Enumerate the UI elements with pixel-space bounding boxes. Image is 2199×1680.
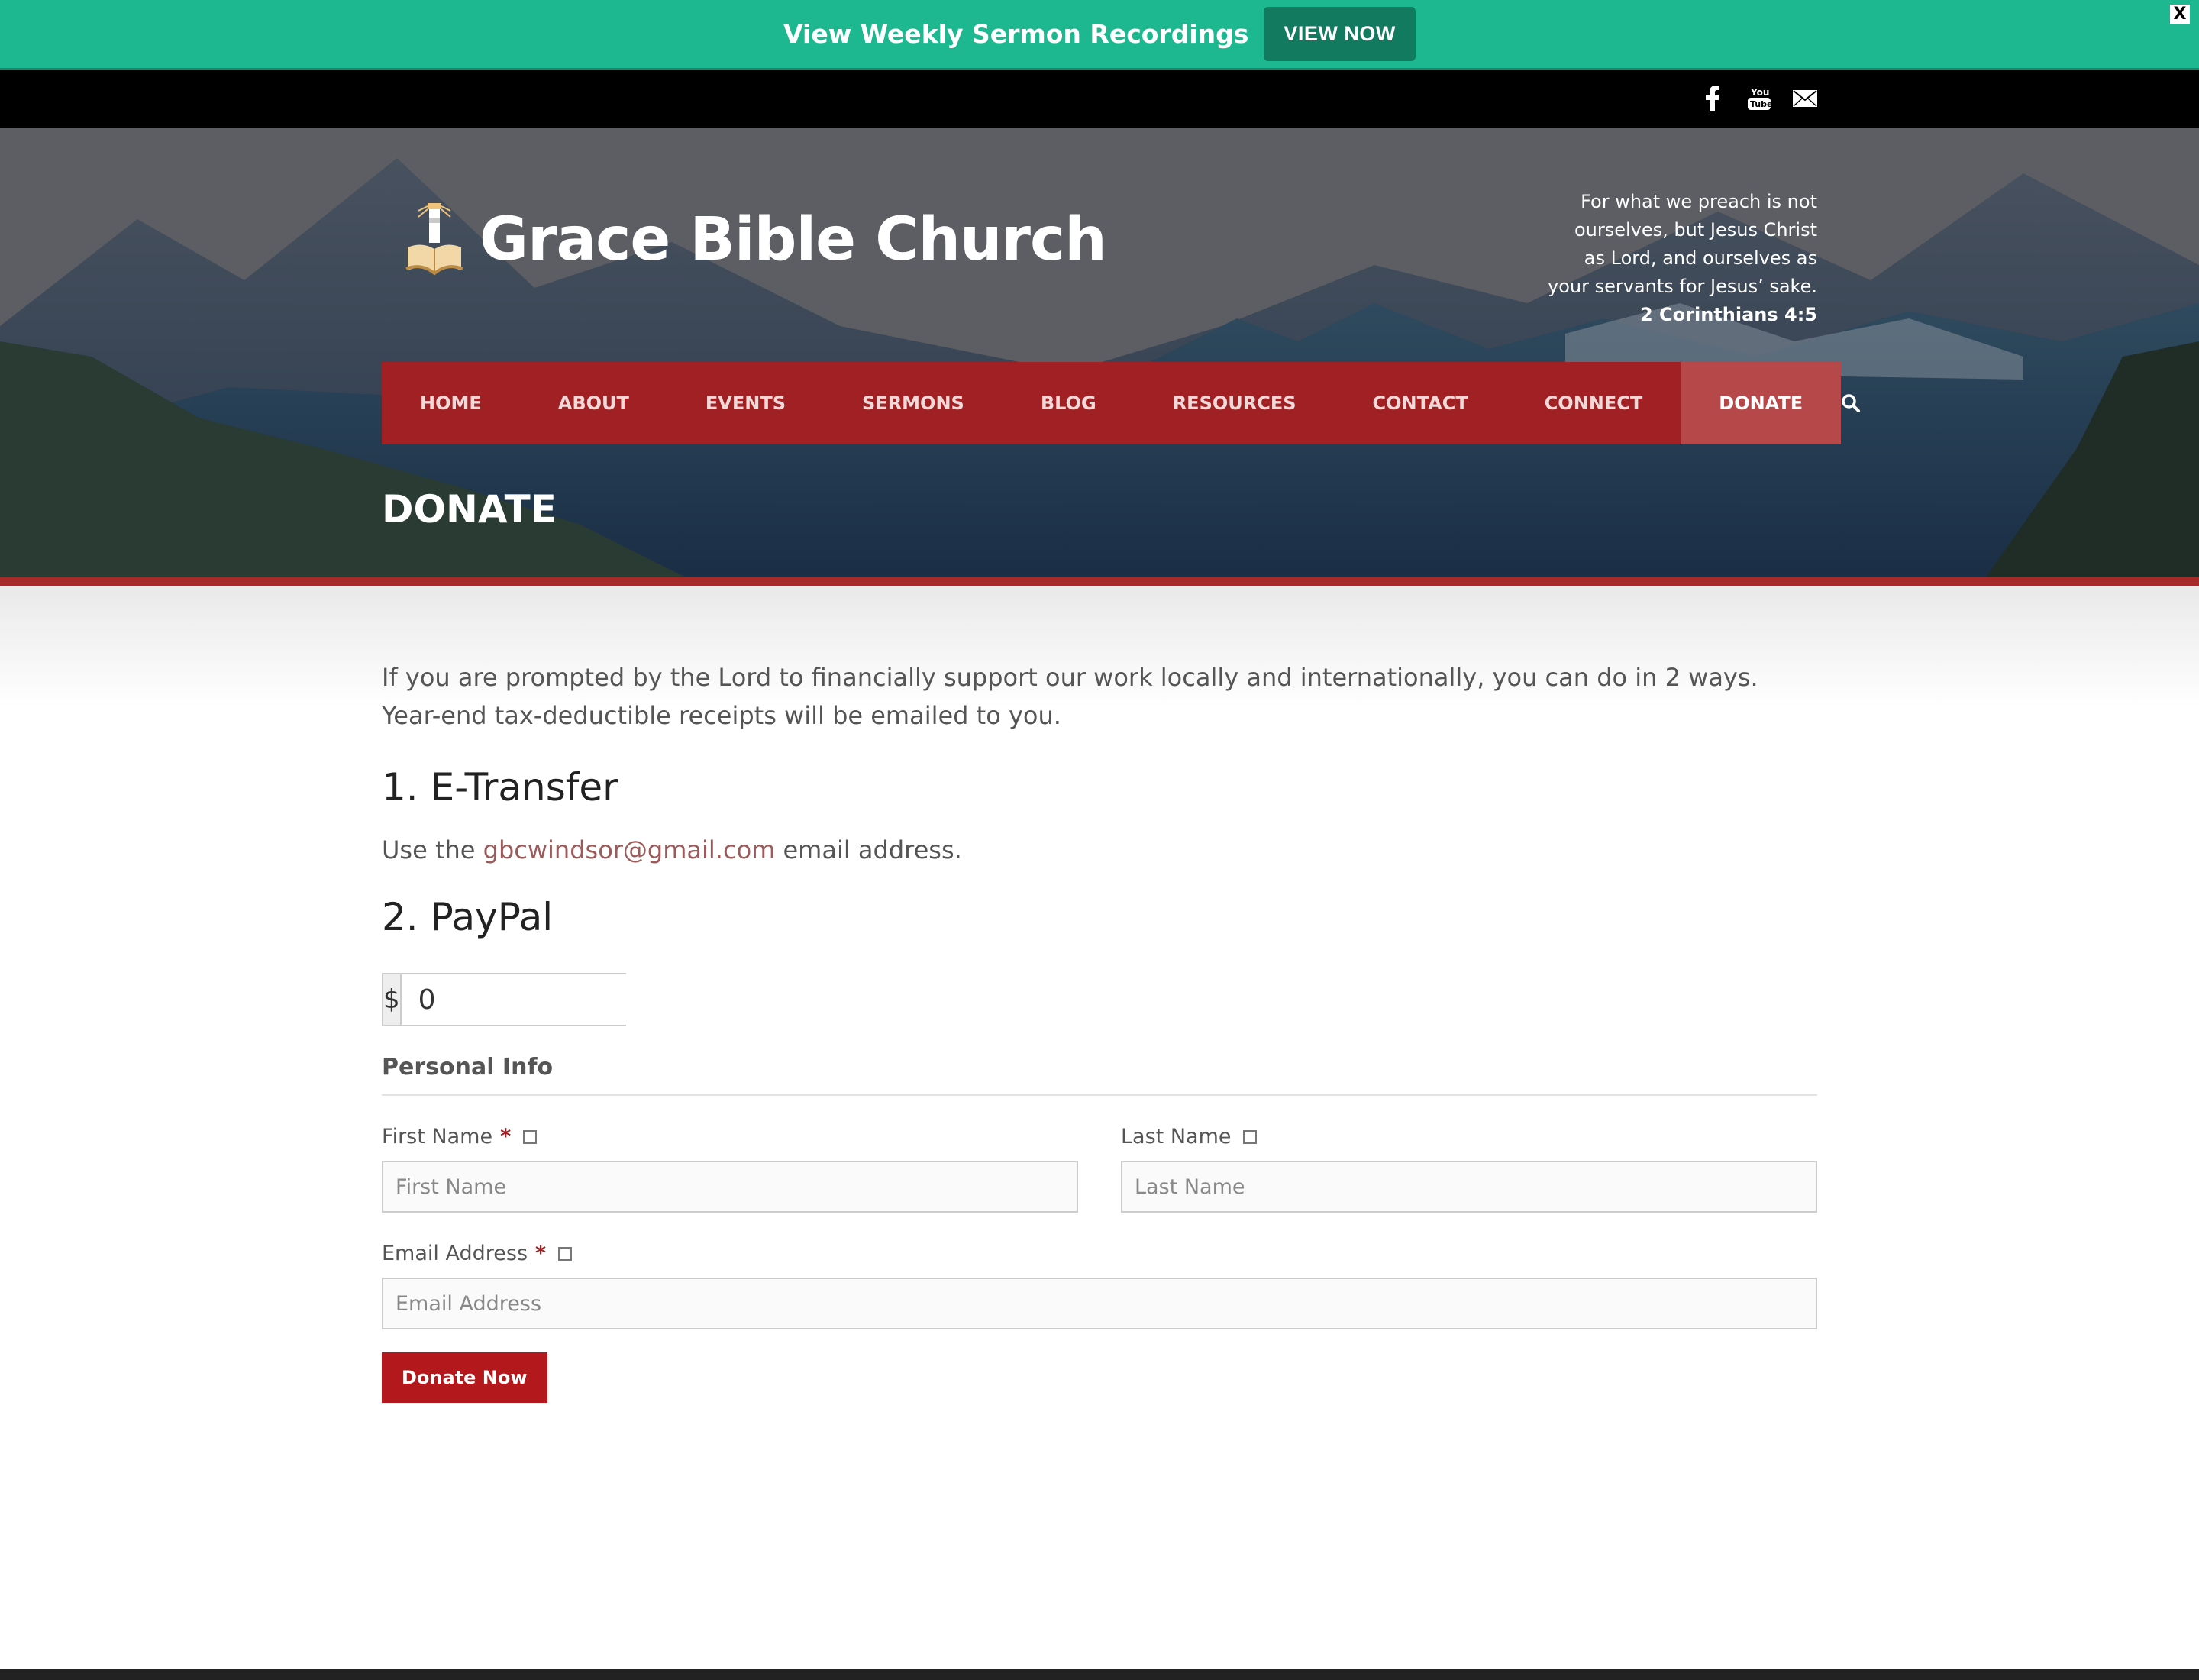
announcement-text: View Weekly Sermon Recordings <box>783 19 1249 49</box>
nav-item-contact[interactable]: CONTACT <box>1335 362 1506 444</box>
nav-item-sermons[interactable]: SERMONS <box>824 362 1003 444</box>
etransfer-pre: Use the <box>382 835 483 864</box>
email-field-group: Email Address * <box>382 1242 1817 1329</box>
hero-banner <box>0 128 2199 578</box>
footer-edge <box>0 1669 2199 1680</box>
first-name-field-group: First Name * <box>382 1125 1078 1213</box>
first-name-input[interactable] <box>382 1161 1078 1213</box>
last-name-field-group: Last Name <box>1121 1125 1817 1213</box>
donation-amount-group: $ <box>382 973 760 1026</box>
email-label: Email Address <box>382 1242 528 1265</box>
email-input[interactable] <box>382 1278 1817 1329</box>
social-bar: You Tube <box>0 70 2199 128</box>
page-title: DONATE <box>382 487 557 531</box>
main-content: If you are prompted by the Lord to finan… <box>382 658 1817 1403</box>
search-icon[interactable] <box>1841 362 1861 444</box>
help-tooltip-icon[interactable] <box>1243 1129 1258 1144</box>
donation-amount-input[interactable] <box>401 974 760 1025</box>
etransfer-text: Use the gbcwindsor@gmail.com email addre… <box>382 835 1817 864</box>
last-name-label: Last Name <box>1121 1125 1232 1149</box>
nav-item-blog[interactable]: BLOG <box>1003 362 1135 444</box>
nav-item-events[interactable]: EVENTS <box>667 362 824 444</box>
lighthouse-bible-icon <box>405 203 463 276</box>
hero-divider <box>0 577 2199 586</box>
personal-info-heading: Personal Info <box>382 1054 1817 1096</box>
main-nav: HOME ABOUT EVENTS SERMONS BLOG RESOURCES… <box>382 362 1861 444</box>
logo-text: Grace Bible Church <box>480 205 1107 274</box>
close-announcement-button[interactable]: X <box>2170 5 2190 24</box>
first-name-label: First Name <box>382 1125 493 1149</box>
verse-line: ourselves, but Jesus Christ <box>1574 219 1817 241</box>
donate-now-button[interactable]: Donate Now <box>382 1352 547 1403</box>
verse-line: as Lord, and ourselves as <box>1584 247 1817 269</box>
svg-text:Tube: Tube <box>1750 99 1772 109</box>
paypal-heading: 2. PayPal <box>382 895 554 939</box>
nav-item-home[interactable]: HOME <box>405 362 520 444</box>
site-logo[interactable]: Grace Bible Church <box>403 202 1107 278</box>
verse-line: your servants for Jesus’ sake. <box>1548 276 1817 297</box>
etransfer-post: email address. <box>775 835 962 864</box>
intro-text: If you are prompted by the Lord to finan… <box>382 663 1758 730</box>
required-mark: * <box>500 1125 512 1149</box>
verse-line: For what we preach is not <box>1581 191 1817 212</box>
nav-item-donate[interactable]: DONATE <box>1681 362 1842 444</box>
required-mark: * <box>535 1242 547 1265</box>
nav-item-resources[interactable]: RESOURCES <box>1135 362 1335 444</box>
currency-symbol: $ <box>383 974 402 1025</box>
etransfer-heading: 1. E-Transfer <box>382 765 618 809</box>
last-name-input[interactable] <box>1121 1161 1817 1213</box>
help-tooltip-icon[interactable] <box>558 1246 573 1261</box>
mountain-background-image <box>0 128 2199 578</box>
announcement-bar: View Weekly Sermon Recordings VIEW NOW X <box>0 0 2199 70</box>
nav-item-about[interactable]: ABOUT <box>520 362 667 444</box>
help-tooltip-icon[interactable] <box>523 1129 538 1144</box>
nav-item-connect[interactable]: CONNECT <box>1506 362 1681 444</box>
youtube-icon[interactable]: You Tube <box>1746 86 1772 111</box>
view-now-button[interactable]: VIEW NOW <box>1264 7 1416 61</box>
header-verse: For what we preach is not ourselves, but… <box>1542 188 1817 329</box>
email-link[interactable]: gbcwindsor@gmail.com <box>483 835 776 864</box>
facebook-icon[interactable] <box>1700 86 1726 111</box>
verse-reference: 2 Corinthians 4:5 <box>1639 304 1817 325</box>
mail-icon[interactable] <box>1792 86 1818 111</box>
svg-text:You: You <box>1750 87 1769 98</box>
